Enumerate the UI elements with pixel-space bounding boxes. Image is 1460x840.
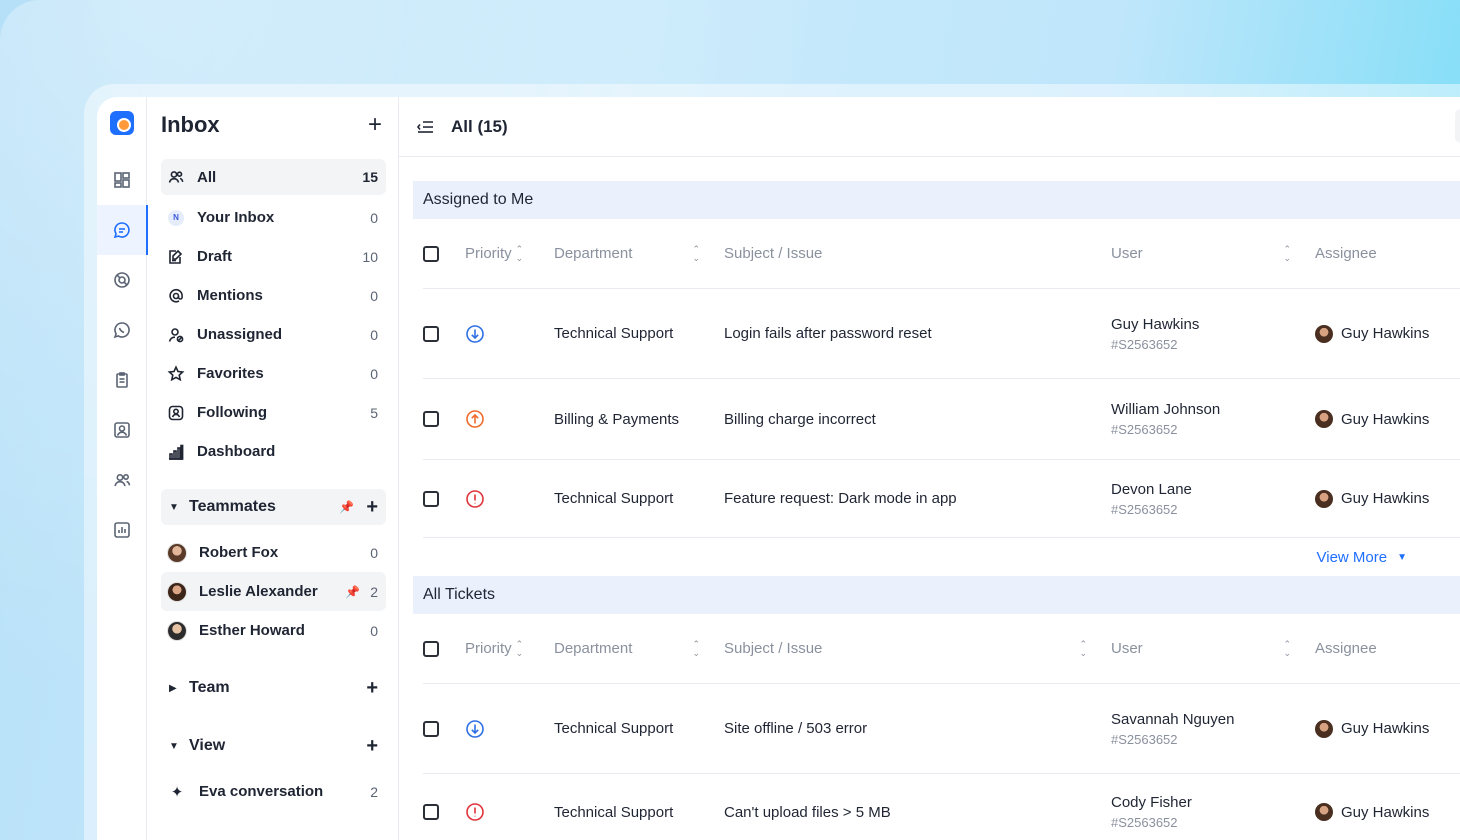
collapse-menu-icon[interactable] <box>415 117 435 137</box>
nav-item-your-inbox[interactable]: N Your Inbox 0 <box>161 198 386 237</box>
nav-item-draft[interactable]: Draft 10 <box>161 237 386 276</box>
n-badge-icon: N <box>168 209 184 226</box>
add-team-button[interactable]: + <box>366 678 378 698</box>
group-assigned-to-me[interactable]: Assigned to Me <box>413 181 1460 219</box>
table-row[interactable]: Technical Support Site offline / 503 err… <box>423 684 1460 774</box>
nav-item-favorites[interactable]: Favorites 0 <box>161 354 386 393</box>
pin-icon[interactable]: 📌 <box>339 500 354 514</box>
icon-rail <box>97 97 148 840</box>
priority-urgent-icon <box>465 802 485 822</box>
nav-item-unassigned[interactable]: Unassigned 0 <box>161 315 386 354</box>
at-icon <box>167 287 185 305</box>
rail-whatsapp-icon[interactable] <box>97 305 147 355</box>
caret-down-icon: ▼ <box>169 501 179 513</box>
row-checkbox[interactable] <box>423 325 439 342</box>
table-row[interactable]: Technical Support Feature request: Dark … <box>423 460 1460 538</box>
rail-contact-icon[interactable] <box>97 405 147 455</box>
row-checkbox[interactable] <box>423 490 439 507</box>
table-header-all: Priority ⌃ ⌄ Department ⌃ ⌄ Subject / Issue ⌃… <box>423 614 1460 684</box>
sort-icon[interactable]: ⌃ ⌄ <box>692 639 700 658</box>
sort-icon[interactable]: ⌃ ⌄ <box>516 639 524 658</box>
add-inbox-button[interactable]: + <box>368 113 382 137</box>
caret-right-icon: ▶ <box>169 682 177 694</box>
avatar <box>167 542 187 563</box>
following-icon <box>167 404 185 422</box>
star-icon <box>167 364 185 383</box>
teammate-leslie-alexander[interactable]: Leslie Alexander 📌 2 <box>161 572 386 611</box>
table-row[interactable]: Technical Support Can't upload files > 5… <box>423 774 1460 840</box>
eva-conversation-item[interactable]: ✦ Eva conversation 2 <box>161 772 386 811</box>
nav-item-dashboard[interactable]: Dashboard <box>161 432 386 471</box>
rail-dashboard-icon[interactable] <box>97 155 147 205</box>
inbox-header: Inbox + <box>161 97 386 153</box>
row-checkbox[interactable] <box>423 411 439 427</box>
sort-icon[interactable]: ⌃ ⌄ <box>1283 639 1291 658</box>
priority-low-icon <box>465 719 485 739</box>
avatar <box>167 620 187 641</box>
table-header-assigned: Priority ⌃ ⌄ Department ⌃ ⌄ Subject / Issue … <box>423 219 1460 289</box>
main-header: All (15) O <box>399 97 1460 157</box>
sort-icon[interactable]: ⌃ ⌄ <box>1079 639 1087 658</box>
view-more-button[interactable]: View More ▼ <box>413 538 1460 576</box>
rail-reports-icon[interactable] <box>97 505 147 555</box>
rail-support-icon[interactable] <box>97 255 147 305</box>
inbox-title: Inbox <box>161 112 220 137</box>
nav-item-mentions[interactable]: Mentions 0 <box>161 276 386 315</box>
user-off-icon <box>167 326 185 344</box>
avatar <box>167 581 187 602</box>
users-icon <box>167 168 185 186</box>
avatar <box>1315 410 1333 428</box>
teammate-robert-fox[interactable]: Robert Fox 0 <box>161 533 386 572</box>
sort-icon[interactable]: ⌃ ⌄ <box>1283 244 1291 263</box>
rail-clipboard-icon[interactable] <box>97 355 147 405</box>
caret-down-icon: ▼ <box>1397 551 1407 563</box>
select-all-checkbox[interactable] <box>423 245 439 262</box>
bar-chart-icon <box>167 443 185 461</box>
avatar <box>1315 803 1333 821</box>
view-section[interactable]: ▼ View + <box>161 728 386 764</box>
avatar <box>1315 324 1333 343</box>
tickets-main: All (15) O Assigned to Me Priority⌃⌄ Dep… <box>399 97 1460 840</box>
rail-team-icon[interactable] <box>97 455 147 505</box>
app-logo-icon[interactable] <box>109 111 134 135</box>
group-all-tickets[interactable]: All Tickets <box>413 576 1460 614</box>
app-window: Inbox + All 15 N Your Inbox 0 Draft 10 M… <box>97 97 1460 840</box>
pin-icon[interactable]: 📌 <box>345 585 360 599</box>
avatar <box>1315 489 1333 508</box>
add-view-button[interactable]: + <box>366 736 378 756</box>
nav-item-all[interactable]: All 15 <box>161 159 386 195</box>
priority-low-icon <box>465 324 485 344</box>
rail-chat-icon[interactable] <box>97 205 148 255</box>
select-all-checkbox[interactable] <box>423 640 439 657</box>
sparkle-icon: ✦ <box>170 783 184 801</box>
add-teammate-button[interactable]: + <box>366 497 378 517</box>
draft-icon <box>167 248 185 266</box>
priority-urgent-icon <box>465 489 485 509</box>
sort-icon[interactable]: ⌃ ⌄ <box>516 244 524 263</box>
inbox-panel: Inbox + All 15 N Your Inbox 0 Draft 10 M… <box>147 97 399 840</box>
table-row[interactable]: Technical Support Login fails after pass… <box>423 289 1460 379</box>
sort-icon[interactable]: ⌃ ⌄ <box>692 244 700 263</box>
corner-button[interactable]: O <box>1455 109 1460 143</box>
row-checkbox[interactable] <box>423 804 439 820</box>
page-title: All (15) <box>451 116 508 136</box>
priority-high-icon <box>465 409 485 429</box>
nav-item-following[interactable]: Following 5 <box>161 393 386 432</box>
table-row[interactable]: Billing & Payments Billing charge incorr… <box>423 379 1460 460</box>
team-section[interactable]: ▶ Team + <box>161 670 386 706</box>
teammates-section[interactable]: ▼ Teammates 📌 + <box>161 489 386 525</box>
teammate-esther-howard[interactable]: Esther Howard 0 <box>161 611 386 650</box>
row-checkbox[interactable] <box>423 720 439 737</box>
caret-down-icon: ▼ <box>169 740 179 752</box>
avatar <box>1315 719 1333 738</box>
